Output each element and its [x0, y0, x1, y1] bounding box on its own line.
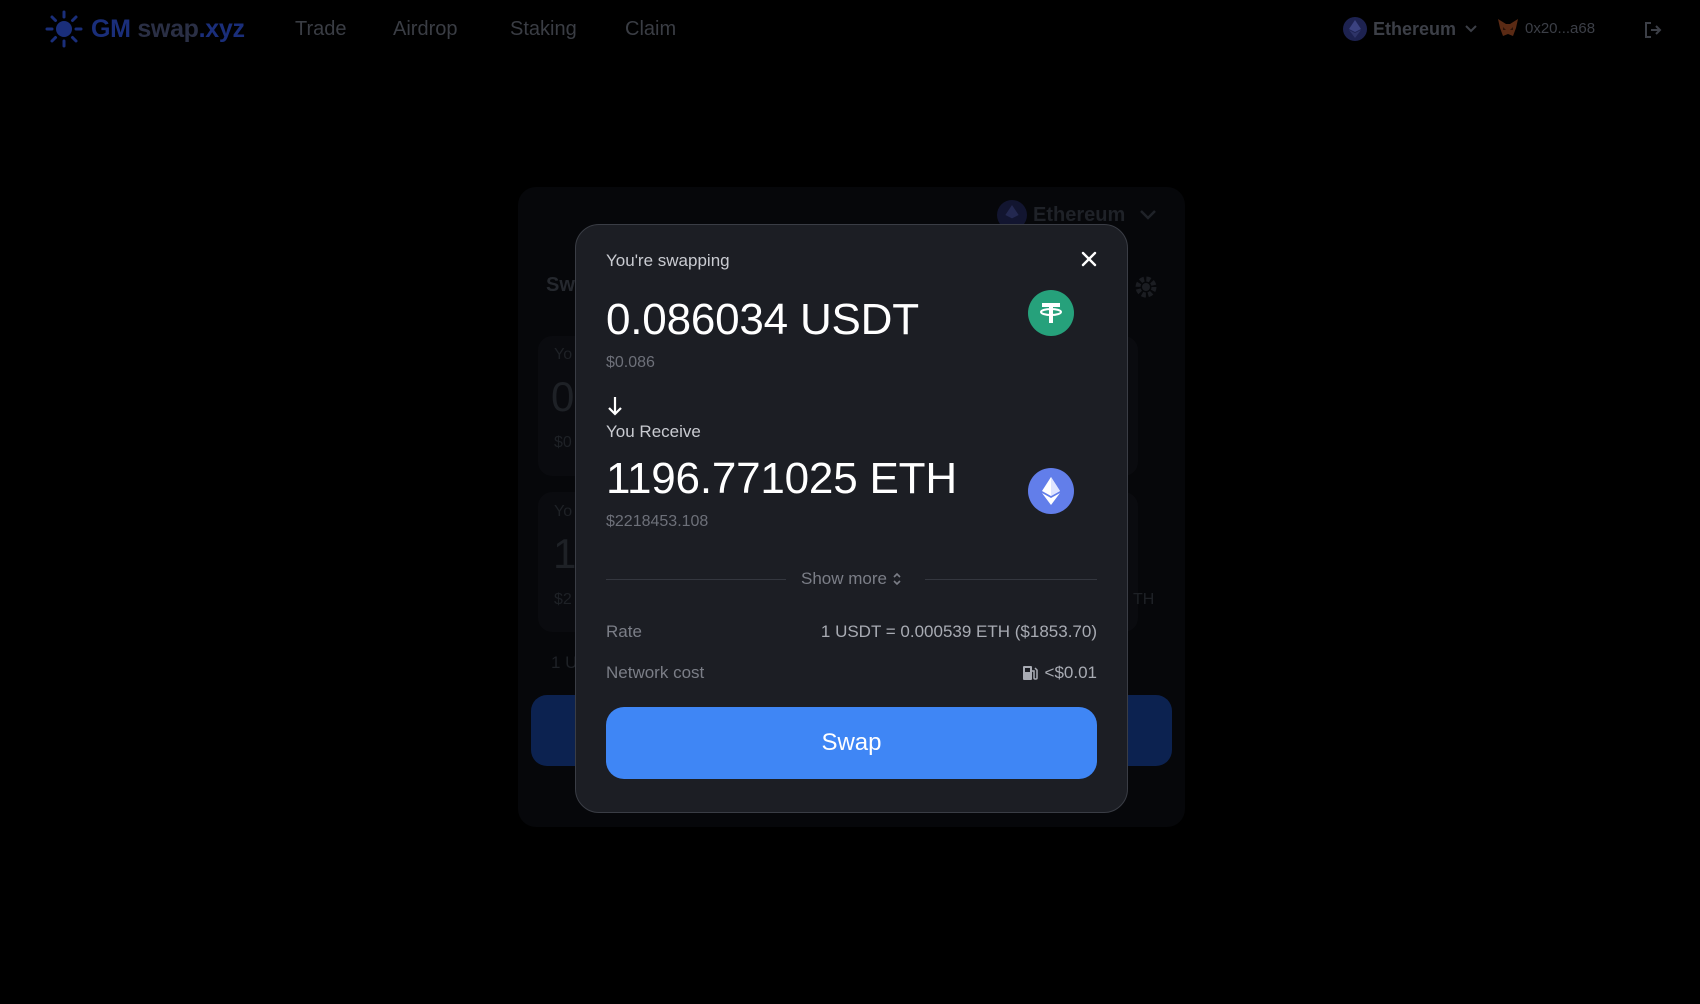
- nav-link-staking[interactable]: Staking: [510, 18, 577, 41]
- wallet-button[interactable]: 0x20...a68: [1497, 18, 1595, 38]
- show-more-toggle[interactable]: Show more: [801, 569, 903, 589]
- swap-confirm-modal: You're swapping 0.086034 USDT $0.086 You…: [575, 224, 1128, 813]
- background-title: Sw: [546, 274, 575, 296]
- logo-gm: GM: [91, 14, 131, 43]
- logo[interactable]: GM swap.xyz: [45, 10, 245, 48]
- modal-heading: You're swapping: [606, 251, 730, 270]
- network-cost-label: Network cost: [606, 663, 705, 682]
- wallet-address: 0x20...a68: [1525, 19, 1596, 37]
- background-buy-amount: 1: [553, 530, 577, 577]
- logo-text: GM swap.xyz: [91, 15, 245, 44]
- nav-link-trade[interactable]: Trade: [295, 18, 347, 41]
- divider-right: [925, 579, 1097, 580]
- background-sell-label: Yo: [554, 346, 573, 363]
- close-icon: [1081, 251, 1097, 267]
- nav-link-claim[interactable]: Claim: [625, 18, 676, 41]
- buy-usd-value: $2218453.108: [606, 513, 709, 530]
- background-buy-usd: $2: [554, 591, 572, 608]
- usdt-icon: [1028, 290, 1074, 336]
- metamask-fox-icon: [1498, 19, 1518, 36]
- logout-icon[interactable]: [1643, 20, 1663, 40]
- swap-button[interactable]: Swap: [606, 707, 1097, 779]
- sell-amount: 0.086034 USDT: [606, 295, 919, 344]
- gear-icon: [1135, 276, 1157, 298]
- background-sell-amount: 0: [551, 373, 575, 420]
- close-button[interactable]: [1075, 245, 1103, 273]
- nav-link-airdrop[interactable]: Airdrop: [393, 18, 457, 41]
- background-eth-fragment: TH: [1133, 591, 1155, 608]
- chevron-down-icon: [1140, 210, 1157, 220]
- sun-icon: [45, 10, 83, 48]
- network-cost-value: <$0.01: [1021, 663, 1097, 683]
- sell-usd-value: $0.086: [606, 354, 655, 371]
- background-sell-usd: $0: [554, 434, 572, 451]
- receive-label: You Receive: [606, 422, 701, 441]
- network-selector[interactable]: Ethereum: [1343, 17, 1478, 41]
- buy-amount: 1196.771025 ETH: [606, 454, 957, 503]
- logo-xyz: .xyz: [198, 14, 245, 43]
- show-more-label: Show more: [801, 569, 887, 588]
- logo-swap: swap: [137, 14, 199, 43]
- network-name: Ethereum: [1373, 18, 1457, 39]
- ethereum-icon: [1343, 17, 1367, 41]
- top-nav: GM swap.xyz Trade Airdrop Staking Claim …: [0, 0, 1700, 60]
- chevron-down-icon: [1465, 25, 1477, 33]
- network-cost-text: <$0.01: [1044, 663, 1097, 682]
- gas-pump-icon: [1022, 666, 1038, 680]
- background-rate: 1 U: [551, 653, 578, 672]
- arrow-down-icon: [608, 397, 622, 416]
- eth-icon: [1028, 468, 1074, 514]
- chevron-up-down-icon: [893, 572, 901, 586]
- background-buy-label: Yo: [554, 503, 573, 520]
- rate-value-text: 1 USDT = 0.000539 ETH ($1853.70): [820, 622, 1097, 641]
- divider-left: [606, 579, 786, 580]
- rate-label: Rate: [606, 622, 642, 641]
- rate-value: 1 USDT = 0.000539 ETH ($1853.70): [821, 622, 1097, 642]
